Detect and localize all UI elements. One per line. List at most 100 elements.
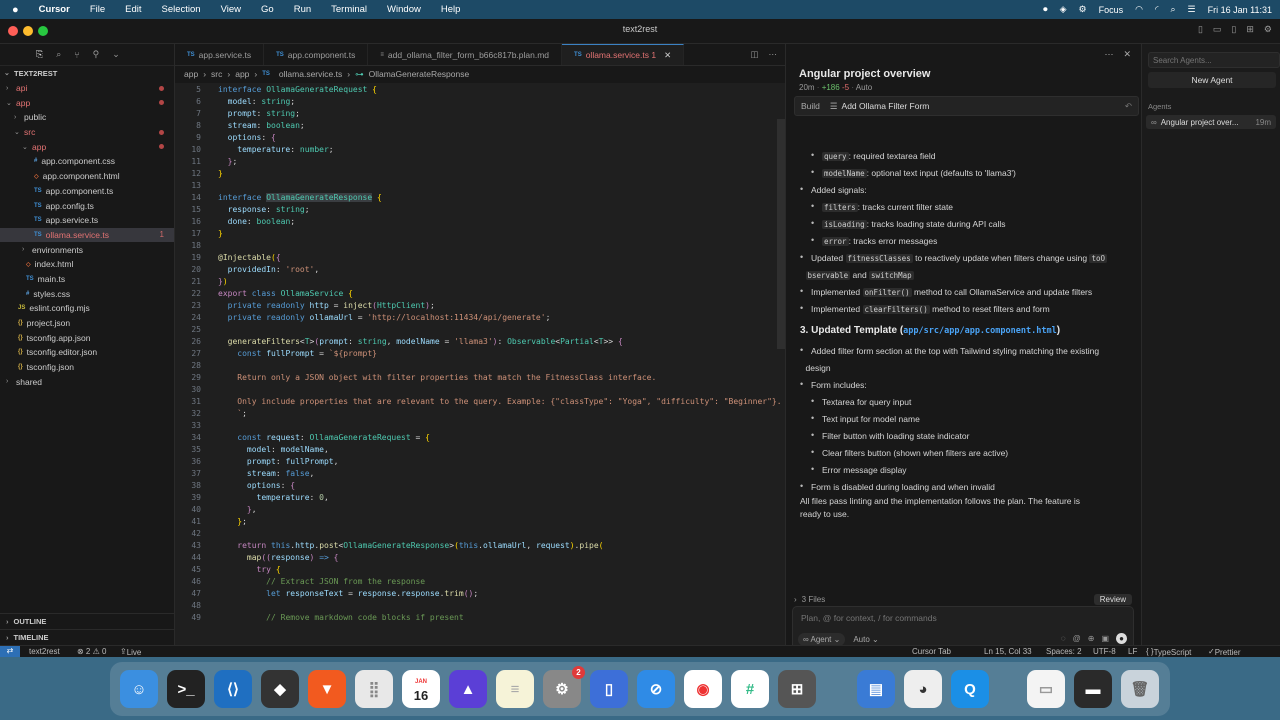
calculator-icon[interactable]: ⊞	[778, 670, 816, 708]
code-line[interactable]: @Injectable({	[218, 253, 281, 262]
code-line[interactable]: Only include properties that are relevan…	[218, 397, 781, 406]
menu-go[interactable]: Go	[251, 4, 284, 15]
cursor-app-icon[interactable]: ◆	[261, 670, 299, 708]
editor-scrollbar[interactable]	[777, 119, 785, 349]
folder-item[interactable]: › shared	[0, 374, 174, 389]
tab-plan-md[interactable]: ≡ add_ollama_filter_form_b66c817b.plan.md	[368, 44, 563, 65]
file-item[interactable]: # styles.css	[0, 286, 174, 301]
code-line[interactable]: interface OllamaGenerateRequest {	[218, 85, 377, 94]
customize-layout-icon[interactable]: ⊞	[1246, 24, 1254, 35]
new-agent-button[interactable]: New Agent	[1148, 72, 1276, 88]
code-line[interactable]: })	[218, 277, 228, 286]
code-line[interactable]: },	[218, 505, 257, 514]
menu-help[interactable]: Help	[431, 4, 471, 15]
chevron-down-icon[interactable]: ⌄	[112, 49, 120, 60]
outline-section[interactable]: › OUTLINE	[0, 613, 174, 629]
search-icon[interactable]: ⌕	[1171, 4, 1176, 15]
code-line[interactable]: }	[218, 229, 223, 238]
folder-item[interactable]: › environments	[0, 242, 174, 257]
menu-cursor[interactable]: Cursor	[29, 4, 80, 15]
agent-list-item[interactable]: ∞ Angular project over... 19m	[1146, 115, 1276, 129]
code-line[interactable]: stream: boolean;	[218, 121, 305, 130]
folder-item[interactable]: › api	[0, 81, 174, 96]
file-item[interactable]: TS app.config.ts	[0, 198, 174, 213]
file-item[interactable]: {} project.json	[0, 316, 174, 331]
brave-icon[interactable]: ▼	[308, 670, 346, 708]
gear-icon[interactable]: ⚙	[1079, 4, 1087, 15]
mention-icon[interactable]: @	[1073, 634, 1081, 643]
files-changed-row[interactable]: › 3 Files Review	[794, 592, 1132, 606]
code-line[interactable]: interface OllamaGenerateResponse {	[218, 193, 382, 202]
folder-item[interactable]: ⌄ app	[0, 139, 174, 154]
image-icon[interactable]: ▣	[1101, 634, 1109, 643]
storage-app-icon[interactable]: ▤	[857, 670, 895, 708]
code-line[interactable]: prompt: fullPrompt,	[218, 457, 339, 466]
microphone-icon[interactable]: ●	[1116, 633, 1127, 644]
menu-edit[interactable]: Edit	[115, 4, 151, 15]
ai-app-icon[interactable]: ▲	[449, 670, 487, 708]
shield-icon[interactable]: ◈	[1060, 4, 1067, 15]
code-line[interactable]: providedIn: 'root',	[218, 265, 320, 274]
code-line[interactable]: try {	[218, 565, 281, 574]
file-item[interactable]: # app.component.css	[0, 154, 174, 169]
code-line[interactable]: }	[218, 169, 223, 178]
live-share-button[interactable]: ⇪ Live Share	[120, 647, 141, 657]
prettier-status[interactable]: ✓ Prettier	[1208, 647, 1241, 657]
split-editor-icon[interactable]: ◫	[750, 49, 758, 60]
cursor-position[interactable]: Ln 15, Col 33	[984, 647, 1032, 656]
code-line[interactable]: let responseText = response.response.tri…	[218, 589, 478, 598]
build-plan-bar[interactable]: Build ☰ Add Ollama Filter Form ↶	[794, 96, 1139, 116]
toggle-panel-icon[interactable]: ▭	[1213, 24, 1222, 35]
breadcrumb-item[interactable]: app	[184, 69, 198, 79]
file-item[interactable]: {} tsconfig.json	[0, 360, 174, 375]
file-item[interactable]: ◇ app.component.html	[0, 169, 174, 184]
breadcrumb-item[interactable]: OllamaGenerateResponse	[369, 69, 470, 79]
run-debug-icon[interactable]: ⚲	[93, 49, 100, 60]
window-preview-icon[interactable]: ▬	[1074, 670, 1112, 708]
code-line[interactable]: generateFilters<T>(prompt: string, model…	[218, 337, 623, 346]
code-editor[interactable]: 5 interface OllamaGenerateRequest {6 mode…	[175, 83, 785, 645]
code-line[interactable]: prompt: string;	[218, 109, 300, 118]
globe-icon[interactable]: ⊕	[1088, 634, 1095, 643]
undo-icon[interactable]: ↶	[1125, 101, 1132, 112]
simulator-icon[interactable]: ▯	[590, 670, 628, 708]
code-line[interactable]: // Extract JSON from the response	[218, 577, 425, 586]
vscode-icon[interactable]: ⟨⟩	[214, 670, 252, 708]
system-settings-icon[interactable]: ⚙ 2	[543, 666, 585, 708]
file-item[interactable]: TS main.ts	[0, 272, 174, 287]
menu-view[interactable]: View	[211, 4, 251, 15]
code-line[interactable]: export class OllamaService {	[218, 289, 353, 298]
code-line[interactable]: };	[218, 157, 238, 166]
folder-item[interactable]: › public	[0, 110, 174, 125]
headphones-icon[interactable]: ◠	[1135, 4, 1143, 15]
code-line[interactable]: options: {	[218, 133, 276, 142]
file-item[interactable]: JS eslint.config.mjs	[0, 301, 174, 316]
close-icon[interactable]: ✕	[664, 50, 671, 61]
code-line[interactable]: options: {	[218, 481, 295, 490]
notes-icon[interactable]: ≡	[496, 670, 534, 708]
slack-icon[interactable]: #	[731, 670, 769, 708]
code-line[interactable]: Return only a JSON object with filter pr…	[218, 373, 656, 382]
folder-item[interactable]: ⌄ src	[0, 125, 174, 140]
cursor-tab-status[interactable]: Cursor Tab	[912, 647, 951, 656]
language-mode[interactable]: { } TypeScript	[1146, 647, 1191, 657]
code-line[interactable]: private readonly ollamaUrl = 'http://loc…	[218, 313, 551, 322]
code-line[interactable]: // Remove markdown code blocks if presen…	[218, 613, 463, 622]
agents-search-input[interactable]	[1148, 52, 1280, 68]
breadcrumb-item[interactable]: ollama.service.ts	[279, 69, 342, 79]
breadcrumb-item[interactable]: app	[235, 69, 249, 79]
code-line[interactable]: return this.http.post<OllamaGenerateResp…	[218, 541, 603, 550]
menu-terminal[interactable]: Terminal	[321, 4, 377, 15]
indentation[interactable]: Spaces: 2	[1046, 647, 1082, 656]
review-button[interactable]: Review	[1093, 593, 1132, 605]
code-line[interactable]: private readonly http = inject(HttpClien…	[218, 301, 435, 310]
model-select[interactable]: Auto ⌄	[853, 635, 878, 644]
document-icon[interactable]: ▭	[1027, 670, 1065, 708]
file-item[interactable]: {} tsconfig.app.json	[0, 330, 174, 345]
wifi-icon[interactable]: ◜	[1155, 4, 1159, 15]
record-icon[interactable]: ⏺	[1043, 4, 1048, 15]
terminal-icon[interactable]: >_	[167, 670, 205, 708]
code-line[interactable]: model: string;	[218, 97, 295, 106]
ollama-icon[interactable]: ◕	[904, 670, 942, 708]
toggle-chat-icon[interactable]: ▯	[1231, 24, 1236, 35]
